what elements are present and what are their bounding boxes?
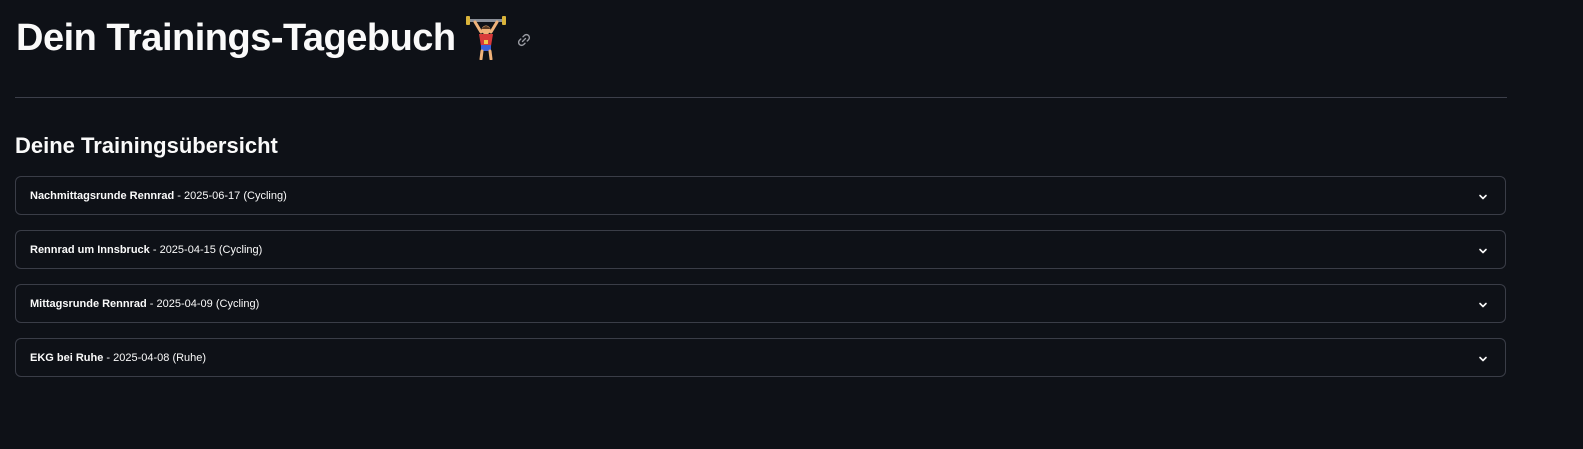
training-name: Mittagsrunde Rennrad [30,297,147,310]
training-detail: - 2025-06-17 (Cycling) [174,189,287,202]
header-divider [15,97,1507,98]
expander-label: EKG bei Ruhe - 2025-04-08 (Ruhe) [30,352,206,364]
training-list: Nachmittagsrunde Rennrad - 2025-06-17 (C… [15,176,1506,392]
training-expander[interactable]: EKG bei Ruhe - 2025-04-08 (Ruhe) [15,338,1506,377]
app-page: Dein Trainings-Tagebuch Deine Trainingsü… [0,0,1583,449]
expander-label: Nachmittagsrunde Rennrad - 2025-06-17 (C… [30,190,287,202]
chevron-down-icon[interactable] [1477,244,1489,256]
section-heading: Deine Trainingsübersicht [15,133,278,158]
training-name: EKG bei Ruhe [30,351,104,364]
expander-label: Mittagsrunde Rennrad - 2025-04-09 (Cycli… [30,298,259,310]
training-detail: - 2025-04-09 (Cycling) [146,297,260,310]
chevron-down-icon[interactable] [1477,190,1489,202]
link-icon[interactable] [516,32,532,48]
training-detail: - 2025-04-08 (Ruhe) [103,351,207,364]
training-expander[interactable]: Rennrad um Innsbruck - 2025-04-15 (Cycli… [15,230,1506,269]
chevron-down-icon[interactable] [1477,298,1489,310]
page-title: Dein Trainings-Tagebuch [16,16,456,59]
expander-label: Rennrad um Innsbruck - 2025-04-15 (Cycli… [30,244,262,256]
training-expander[interactable]: Mittagsrunde Rennrad - 2025-04-09 (Cycli… [15,284,1506,323]
training-expander[interactable]: Nachmittagsrunde Rennrad - 2025-06-17 (C… [15,176,1506,215]
weightlifter-icon [465,16,506,61]
chevron-down-icon[interactable] [1477,352,1489,364]
title-row: Dein Trainings-Tagebuch [16,10,532,66]
training-name: Rennrad um Innsbruck [30,243,150,256]
training-name: Nachmittagsrunde Rennrad [30,189,175,202]
training-detail: - 2025-04-15 (Cycling) [149,243,263,256]
